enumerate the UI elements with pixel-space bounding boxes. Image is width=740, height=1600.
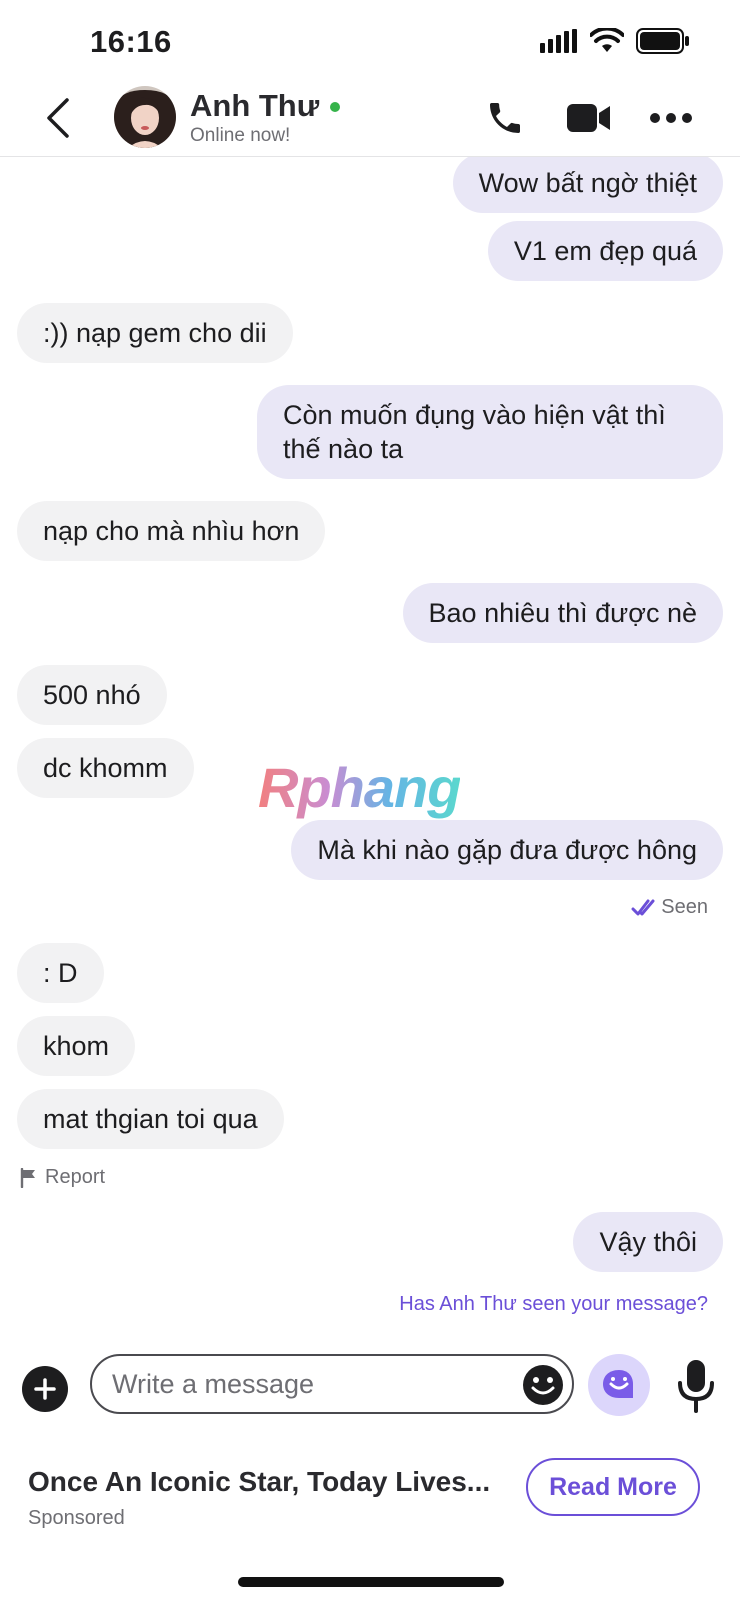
status-icons (540, 28, 690, 54)
sponsored-ad[interactable]: Once An Iconic Star, Today Lives... Spon… (0, 1456, 740, 1546)
emoji-button[interactable] (522, 1364, 564, 1406)
voice-message-button[interactable] (672, 1356, 720, 1416)
outgoing-message[interactable]: Wow bất ngờ thiệt (452, 157, 723, 213)
incoming-message[interactable]: 500 nhó (17, 665, 167, 725)
incoming-message[interactable]: khom (17, 1016, 136, 1076)
video-camera-icon (567, 104, 610, 132)
more-icon (650, 113, 692, 123)
phone-icon (490, 103, 520, 133)
battery-icon (636, 28, 689, 54)
seen-receipt: Seen (631, 896, 708, 919)
ai-assistant-button[interactable] (588, 1354, 650, 1416)
video-call-button[interactable] (564, 94, 614, 142)
read-more-button[interactable]: Read More (526, 1458, 700, 1516)
report-label: Report (45, 1166, 106, 1188)
avatar-image (114, 86, 176, 148)
home-indicator[interactable] (238, 1577, 504, 1587)
back-icon (47, 98, 69, 138)
back-button[interactable] (36, 94, 80, 142)
incoming-message[interactable]: mat thgian toi qua (17, 1089, 284, 1149)
incoming-message[interactable]: :)) nạp gem cho dii (17, 303, 293, 363)
outgoing-message[interactable]: Bao nhiêu thì được nè (402, 583, 723, 643)
double-check-icon (631, 899, 655, 915)
ad-title[interactable]: Once An Iconic Star, Today Lives... (28, 1466, 490, 1498)
seen-question-link[interactable]: Has Anh Thư seen your message? (399, 1293, 708, 1316)
outgoing-message[interactable]: Vậy thôi (573, 1212, 723, 1272)
incoming-message[interactable]: dc khomm (17, 738, 194, 798)
chat-header: Anh Thư Online now! (0, 80, 740, 157)
flag-icon (20, 1167, 35, 1188)
ad-sponsored-label: Sponsored (28, 1507, 125, 1529)
outgoing-message[interactable]: V1 em đẹp quá (487, 221, 723, 281)
contact-status: Online now! (190, 125, 291, 146)
watermark-logo: Rphang (258, 756, 461, 819)
seen-label: Seen (661, 896, 708, 918)
microphone-icon (678, 1360, 714, 1413)
voice-call-button[interactable] (480, 94, 530, 142)
message-list[interactable]: Wow bất ngờ thiệt V1 em đẹp quá :)) nạp … (0, 157, 740, 1357)
avatar[interactable] (114, 86, 176, 148)
incoming-message[interactable]: : D (17, 943, 104, 1003)
emoji-icon (523, 1365, 563, 1405)
outgoing-message[interactable]: Còn muốn đụng vào hiện vật thì thế nào t… (257, 385, 723, 479)
online-indicator (330, 102, 340, 112)
status-time: 16:16 (90, 24, 172, 59)
add-attachment-button[interactable] (22, 1366, 68, 1412)
outgoing-message[interactable]: Mà khi nào gặp đưa được hông (291, 820, 723, 880)
message-input[interactable] (90, 1354, 574, 1414)
contact-name[interactable]: Anh Thư (190, 88, 319, 124)
ai-assistant-icon (603, 1370, 633, 1398)
message-composer (0, 1352, 740, 1428)
wifi-icon (590, 28, 624, 52)
plus-icon (34, 1378, 56, 1400)
status-bar: 16:16 (0, 0, 740, 80)
incoming-message[interactable]: nạp cho mà nhìu hơn (17, 501, 326, 561)
more-options-button[interactable] (646, 94, 696, 142)
signal-icon (540, 29, 577, 53)
report-button[interactable]: Report (20, 1166, 105, 1189)
